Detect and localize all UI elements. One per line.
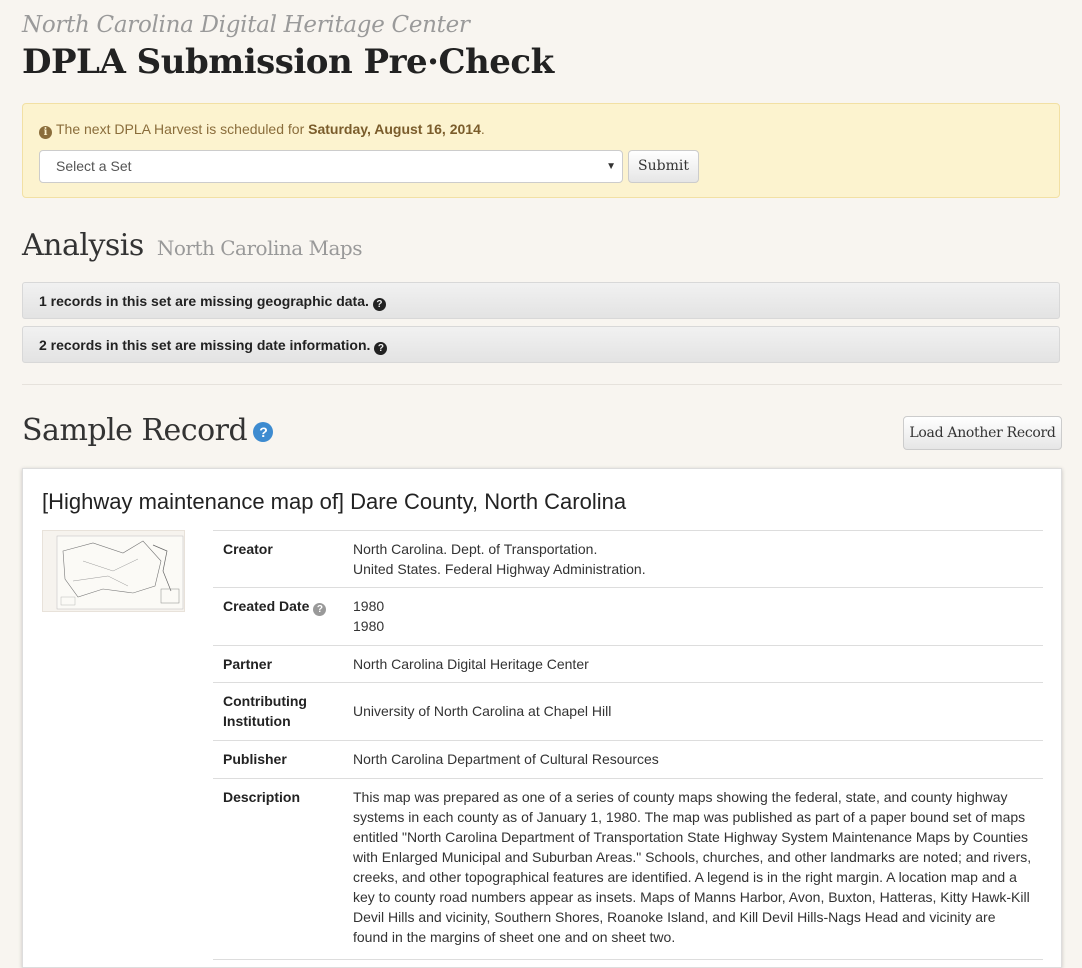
load-another-record-button[interactable]: Load Another Record (903, 416, 1062, 450)
field-label: Partner (223, 656, 273, 672)
field-label: Created Date? (223, 596, 333, 616)
sample-heading: Sample Record? (22, 413, 274, 448)
chevron-down-icon: ▼ (606, 161, 616, 172)
analysis-item-label: 2 records in this set are missing date i… (39, 337, 371, 353)
record-metadata: Creator North Carolina. Dept. of Transpo… (213, 530, 1043, 960)
analysis-title: Analysis (22, 228, 144, 263)
field-label: Contributing Institution (223, 693, 307, 729)
date-line: 1980 (353, 618, 385, 634)
help-icon[interactable]: ? (313, 603, 327, 616)
alert-prefix: The next DPLA Harvest is scheduled for (56, 121, 309, 137)
field-publisher: Publisher North Carolina Department of C… (213, 740, 1043, 778)
record-thumbnail[interactable] (42, 530, 185, 612)
analysis-set-name: North Carolina Maps (156, 236, 363, 260)
analysis-item-label: 1 records in this set are missing geogra… (39, 293, 369, 309)
field-institution: Contributing Institution University of N… (213, 682, 1043, 740)
date-label-text: Created Date (223, 598, 310, 614)
set-select[interactable]: Select a Set ▼ (39, 150, 623, 183)
submit-button[interactable]: Submit (628, 150, 699, 183)
creator-line: United States. Federal Highway Administr… (353, 561, 646, 577)
field-description: Description This map was prepared as one… (213, 778, 1043, 960)
help-icon[interactable]: ? (374, 342, 388, 355)
sample-title: Sample Record (22, 413, 248, 448)
date-line: 1980 (353, 598, 385, 614)
field-label: Creator (223, 541, 273, 557)
field-value: North Carolina Department of Cultural Re… (353, 751, 659, 767)
field-value: This map was prepared as one of a series… (353, 789, 1032, 945)
analysis-item-geographic[interactable]: 1 records in this set are missing geogra… (22, 282, 1060, 319)
info-icon: i (39, 126, 52, 139)
field-value: University of North Carolina at Chapel H… (353, 703, 612, 719)
field-creator: Creator North Carolina. Dept. of Transpo… (213, 530, 1043, 587)
alert-message: i The next DPLA Harvest is scheduled for … (39, 121, 485, 139)
set-select-value: Select a Set (56, 158, 132, 174)
field-label: Publisher (223, 751, 287, 767)
page-title: DPLA Submission Pre·Check (22, 42, 554, 82)
field-value: North Carolina. Dept. of Transportation.… (353, 531, 1043, 587)
alert-suffix: . (480, 121, 485, 137)
help-icon[interactable]: ? (253, 422, 274, 442)
field-created-date: Created Date? 1980 1980 (213, 587, 1043, 645)
field-value: North Carolina Digital Heritage Center (353, 656, 589, 672)
org-name: North Carolina Digital Heritage Center (22, 12, 470, 38)
field-value: 1980 1980 (353, 588, 1043, 644)
help-icon[interactable]: ? (372, 298, 386, 311)
analysis-item-date[interactable]: 2 records in this set are missing date i… (22, 326, 1060, 363)
creator-line: North Carolina. Dept. of Transportation. (353, 541, 598, 557)
record-card: [Highway maintenance map of] Dare County… (22, 468, 1062, 968)
field-label: Description (223, 789, 301, 805)
analysis-heading: Analysis North Carolina Maps (22, 228, 363, 263)
harvest-date: Saturday, August 16, 2014 (308, 121, 481, 137)
harvest-alert: i The next DPLA Harvest is scheduled for … (22, 103, 1060, 198)
map-thumbnail-icon (56, 535, 184, 610)
record-title[interactable]: [Highway maintenance map of] Dare County… (42, 489, 626, 515)
divider (22, 384, 1062, 385)
field-partner: Partner North Carolina Digital Heritage … (213, 645, 1043, 682)
